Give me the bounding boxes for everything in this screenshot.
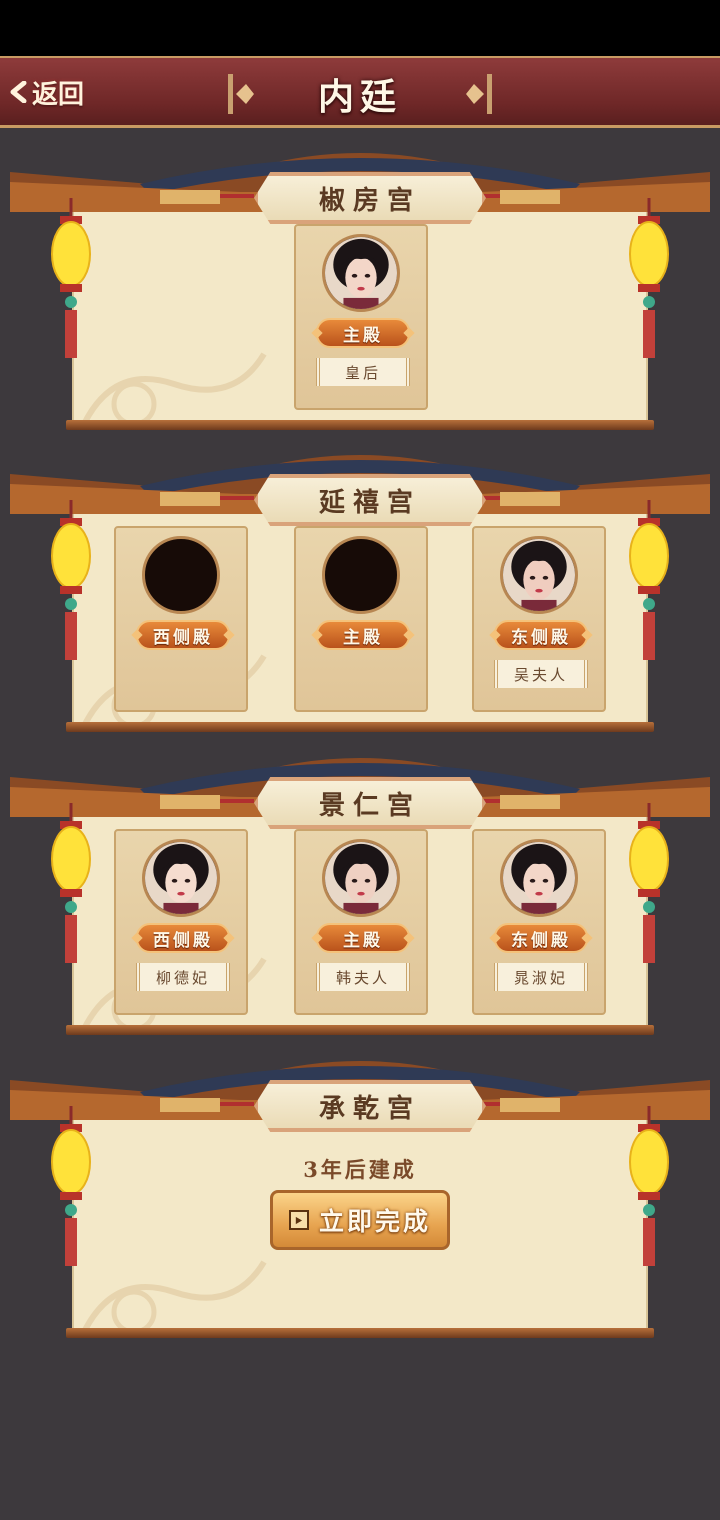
hall-badge: 主殿 xyxy=(316,620,410,650)
hall-badge: 主殿 xyxy=(316,318,410,348)
hall-badge: 东侧殿 xyxy=(494,620,588,650)
status-bar xyxy=(0,0,720,56)
hall-slot-card[interactable]: 主殿 韩夫人 xyxy=(294,829,428,1015)
empty-portrait-slot xyxy=(142,536,220,614)
build-countdown-text: 3年后建成 xyxy=(303,1157,417,1182)
hall-slot-card[interactable]: 东侧殿 晁淑妃 xyxy=(472,829,606,1015)
hall-slot-card[interactable]: 主殿 xyxy=(294,526,428,712)
consort-name-label: 皇后 xyxy=(316,358,410,386)
title-ornament-right xyxy=(466,74,492,114)
palace-base-beam xyxy=(66,722,654,732)
consort-name-label: 晁淑妃 xyxy=(494,963,588,991)
finish-now-button[interactable]: 立即完成 xyxy=(270,1190,450,1250)
play-video-icon xyxy=(288,1210,309,1230)
palace-name-plaque: 延禧宫 xyxy=(254,474,486,526)
finish-now-label: 立即完成 xyxy=(318,1207,431,1236)
hall-badge: 西侧殿 xyxy=(136,923,230,953)
lantern-icon xyxy=(628,803,670,973)
top-bar: 返回 内廷 xyxy=(0,56,720,128)
lantern-icon xyxy=(628,198,670,368)
consort-name-label: 韩夫人 xyxy=(316,963,410,991)
consort-portrait xyxy=(500,839,578,917)
lantern-icon xyxy=(50,500,92,670)
palace-section: 椒房宫 主殿皇后 xyxy=(10,142,710,442)
hall-badge: 主殿 xyxy=(316,923,410,953)
empty-portrait-slot xyxy=(322,536,400,614)
hall-slot-card[interactable]: 主殿 皇后 xyxy=(294,224,428,410)
palace-name-plaque: 景仁宫 xyxy=(254,777,486,829)
palace-name-plaque: 承乾宫 xyxy=(254,1080,486,1132)
lantern-icon xyxy=(628,1106,670,1276)
consort-portrait xyxy=(500,536,578,614)
palace-section: 延禧宫 西侧殿 主殿 东侧殿吴夫人 xyxy=(10,444,710,744)
consort-name-label: 柳德妃 xyxy=(136,963,230,991)
page-title: 内廷 xyxy=(317,76,402,118)
palace-base-beam xyxy=(66,1328,654,1338)
hall-badge: 东侧殿 xyxy=(494,923,588,953)
consort-portrait xyxy=(142,839,220,917)
consort-name-label: 吴夫人 xyxy=(494,660,588,688)
hall-slot-card[interactable]: 西侧殿 柳德妃 xyxy=(114,829,248,1015)
palace-base-beam xyxy=(66,420,654,430)
palace-base-beam xyxy=(66,1025,654,1035)
hall-badge: 西侧殿 xyxy=(136,620,230,650)
cloud-ornament xyxy=(81,352,267,424)
palace-section: 承乾宫 3年后建成立即完成 xyxy=(10,1050,710,1350)
lantern-icon xyxy=(50,803,92,973)
palace-section: 景仁宫 西侧殿 柳德妃 主殿 韩夫人 东侧殿 晁淑妃 xyxy=(10,747,710,1047)
lantern-icon xyxy=(628,500,670,670)
palace-name-plaque: 椒房宫 xyxy=(254,172,486,224)
hall-slot-card[interactable]: 西侧殿 xyxy=(114,526,248,712)
lantern-icon xyxy=(50,198,92,368)
consort-portrait xyxy=(322,234,400,312)
consort-portrait xyxy=(322,839,400,917)
lantern-icon xyxy=(50,1106,92,1276)
hall-slot-card[interactable]: 东侧殿 吴夫人 xyxy=(472,526,606,712)
cloud-ornament xyxy=(81,1260,267,1332)
